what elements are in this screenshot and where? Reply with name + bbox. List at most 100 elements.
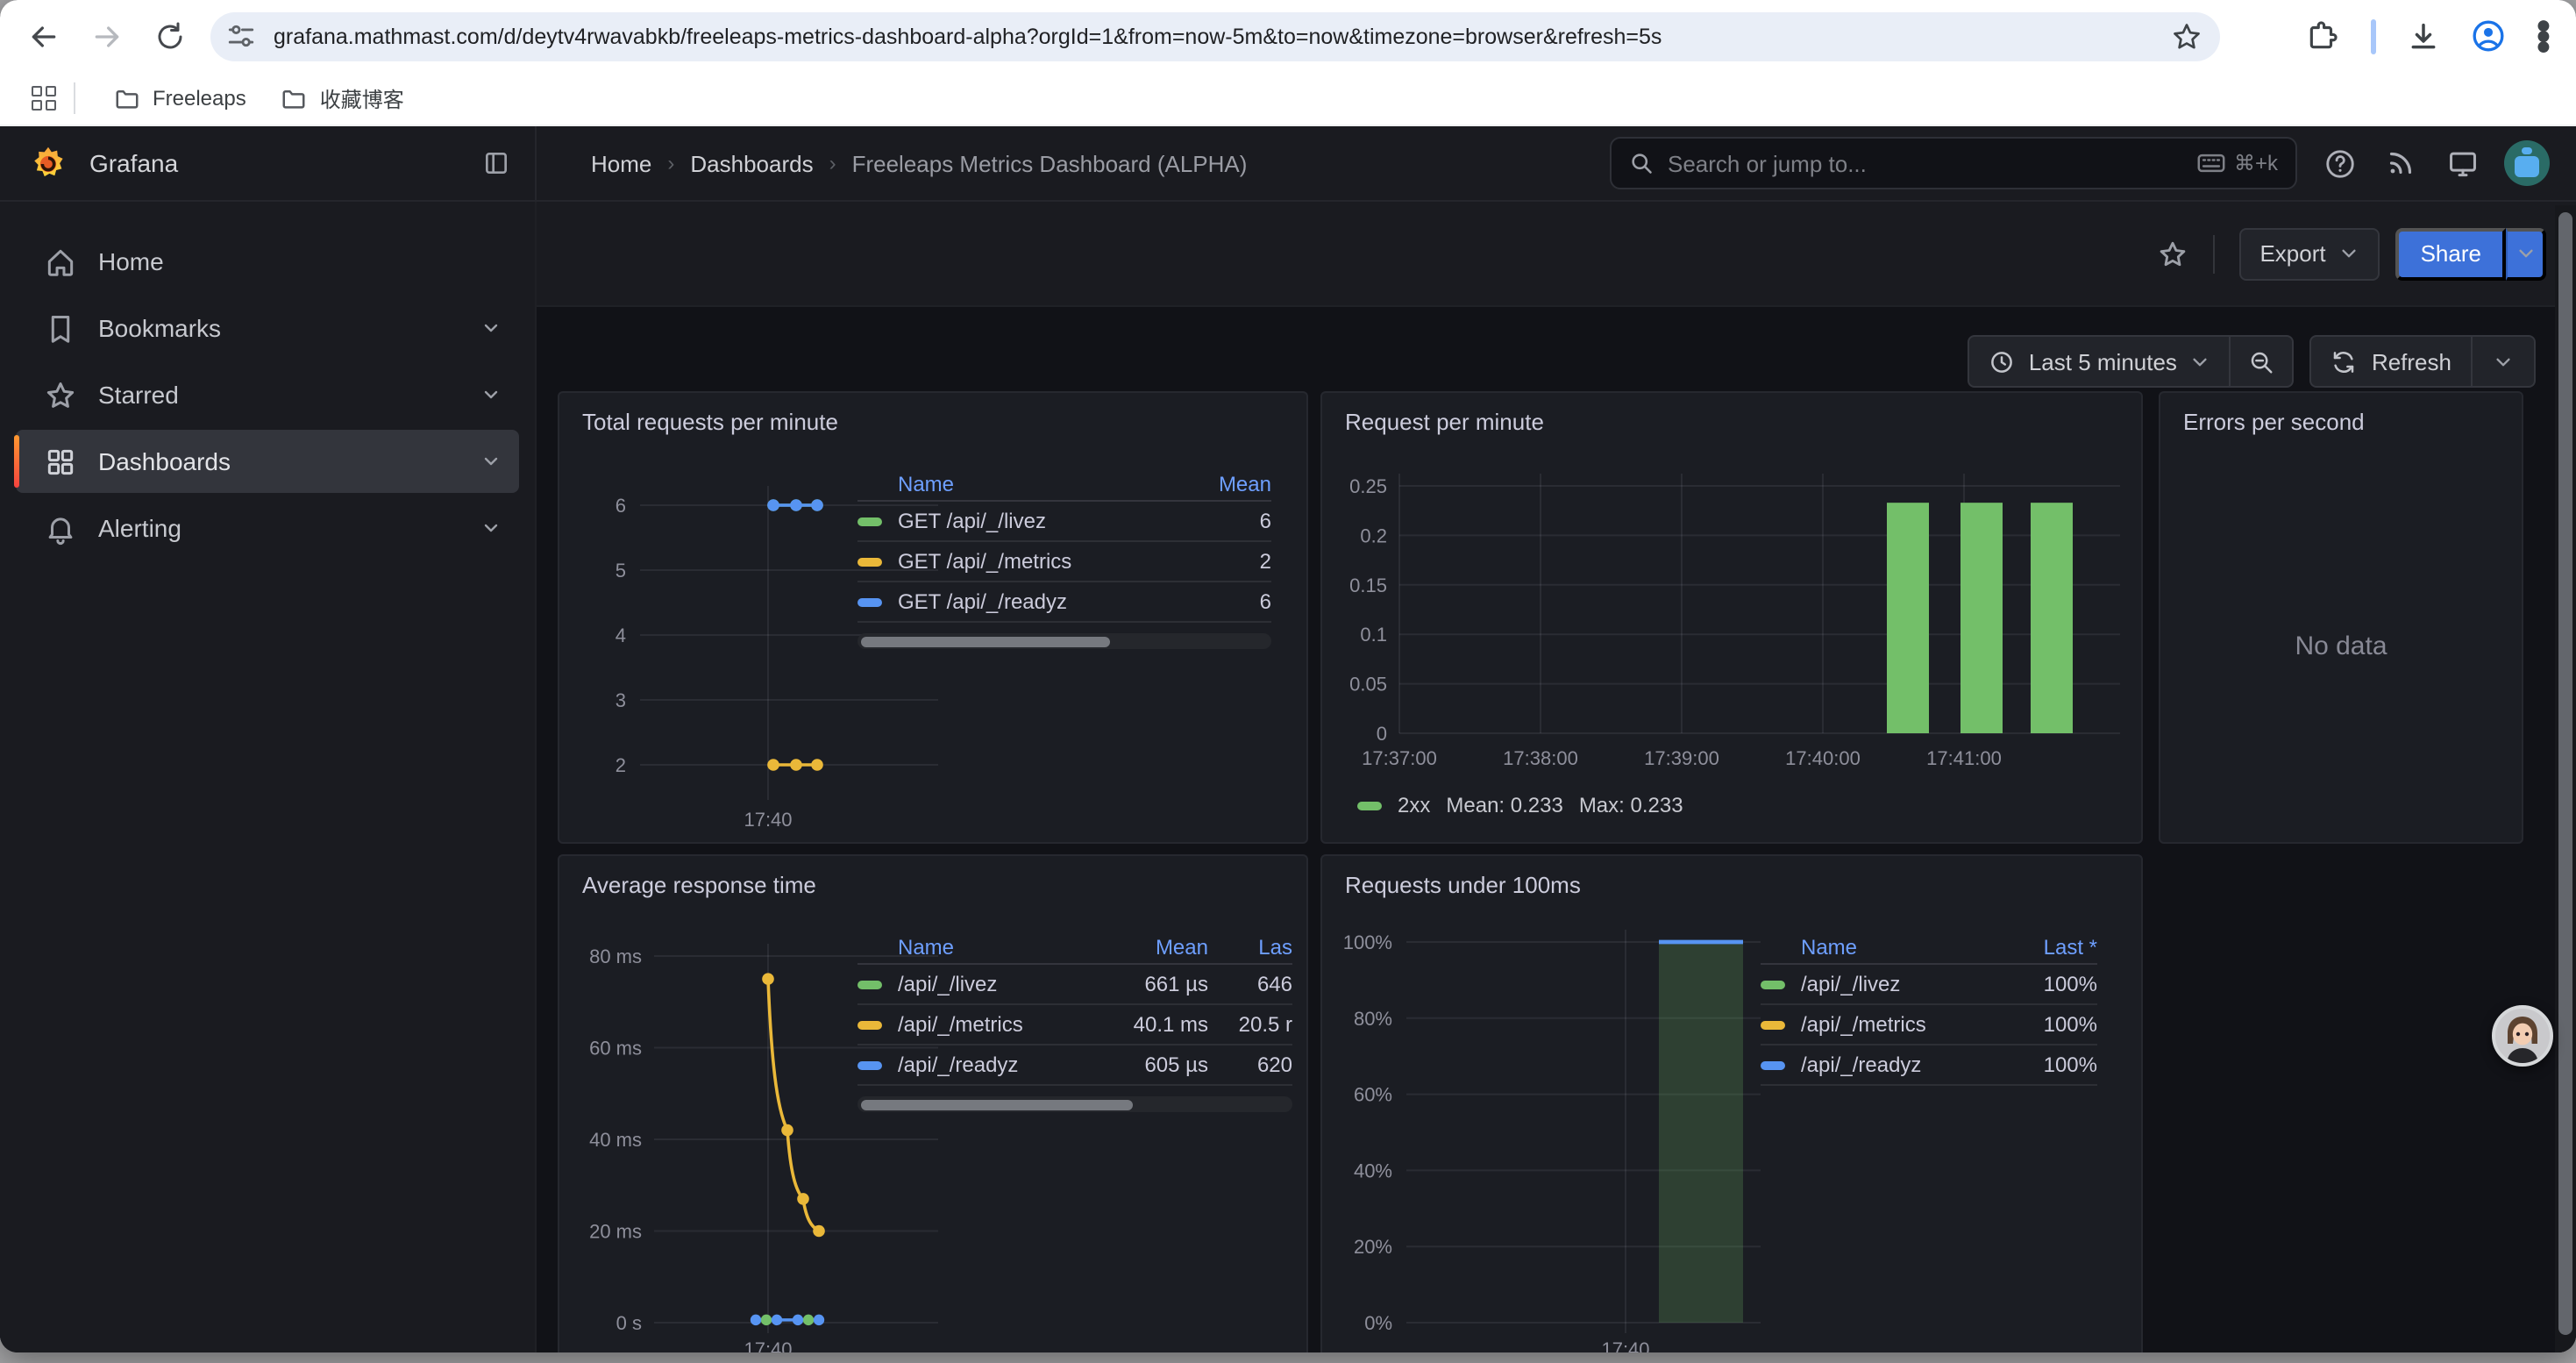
time-range-picker[interactable]: Last 5 minutes xyxy=(1968,335,2231,388)
help-button[interactable] xyxy=(2320,144,2359,182)
series-name[interactable]: /api/_/readyz xyxy=(1801,1053,2010,1077)
series-color-pill xyxy=(857,1020,882,1029)
panel-requests-under-100ms[interactable]: 100%80%60%40%20%0%17:40 Requests under 1… xyxy=(1320,854,2143,1352)
export-button[interactable]: Export xyxy=(2238,227,2380,280)
bookmarks-separator xyxy=(74,82,75,114)
floating-assistant-avatar[interactable] xyxy=(2492,1005,2553,1067)
legend-row[interactable]: /api/_/readyz 100% xyxy=(1761,1045,2097,1086)
chevron-down-icon[interactable] xyxy=(480,318,502,339)
favorite-star-icon[interactable] xyxy=(2156,238,2188,269)
legend-row[interactable]: /api/_/livez 661 µs 646 xyxy=(857,965,1292,1005)
url-text[interactable]: grafana.mathmast.com/d/deytv4rwavabkb/fr… xyxy=(274,24,1662,48)
bookmark-folder-freeleaps[interactable]: Freeleaps xyxy=(96,77,264,119)
sidebar-item-alerting[interactable]: Alerting xyxy=(16,496,519,560)
user-avatar[interactable] xyxy=(2504,140,2550,186)
no-data-message: No data xyxy=(2160,632,2522,661)
chevron-down-icon[interactable] xyxy=(480,384,502,405)
address-bar[interactable]: grafana.mathmast.com/d/deytv4rwavabkb/fr… xyxy=(210,11,2220,61)
legend-row[interactable]: /api/_/metrics 40.1 ms 20.5 r xyxy=(857,1005,1292,1045)
chevron-down-icon xyxy=(2191,352,2210,371)
panel-request-per-minute[interactable]: 0.250.20.150.10.05017:37:0017:38:0017:39… xyxy=(1320,391,2143,844)
site-settings-icon[interactable] xyxy=(226,21,256,51)
news-button[interactable] xyxy=(2381,144,2420,182)
chevron-down-icon[interactable] xyxy=(480,517,502,539)
dock-sidebar-icon[interactable] xyxy=(482,149,510,177)
page-scrollbar[interactable] xyxy=(2555,205,2576,1352)
breadcrumb-dashboards[interactable]: Dashboards xyxy=(690,150,813,176)
extension-separator xyxy=(2371,18,2376,54)
series-name[interactable]: /api/_/livez xyxy=(1801,972,2010,996)
legend-scrollbar[interactable] xyxy=(857,633,1271,649)
breadcrumb-home[interactable]: Home xyxy=(591,150,651,176)
panel-total-requests-per-minute[interactable]: 6543217:40 Total requests per minute Nam… xyxy=(558,391,1308,844)
series-color-pill xyxy=(1357,801,1382,810)
legend-header-last[interactable]: Last * xyxy=(2010,934,2097,959)
panel-title[interactable]: Total requests per minute xyxy=(582,409,838,435)
series-name[interactable]: /api/_/readyz xyxy=(898,1053,1092,1077)
search-placeholder: Search or jump to... xyxy=(1668,150,1867,176)
legend-header-mean[interactable]: Mean xyxy=(1092,934,1208,959)
series-name[interactable]: /api/_/metrics xyxy=(898,1012,1092,1037)
search-input[interactable]: Search or jump to... ⌘+k xyxy=(1610,137,2297,189)
legend-header: Name Mean Las xyxy=(857,930,1292,965)
legend-header-last[interactable]: Las xyxy=(1208,934,1292,959)
legend-row[interactable]: GET /api/_/readyz 6 xyxy=(857,582,1271,623)
sidebar-item-dashboards[interactable]: Dashboards xyxy=(16,430,519,493)
series-mean: 605 µs xyxy=(1092,1053,1208,1077)
bookmark-folder-blogs[interactable]: 收藏博客 xyxy=(264,77,422,119)
chevron-down-icon xyxy=(2494,352,2513,371)
legend-header-name[interactable]: Name xyxy=(1801,934,2010,959)
sidebar-item-starred[interactable]: Starred xyxy=(16,363,519,426)
legend-row[interactable]: GET /api/_/metrics 2 xyxy=(857,542,1271,582)
svg-text:17:40:00: 17:40:00 xyxy=(1785,747,1861,769)
display-button[interactable] xyxy=(2443,144,2481,182)
reload-icon xyxy=(154,20,186,52)
legend-row[interactable]: /api/_/livez 100% xyxy=(1761,965,2097,1005)
panel-errors-per-second[interactable]: Errors per second No data xyxy=(2159,391,2523,844)
legend-scrollbar[interactable] xyxy=(857,1096,1292,1112)
bookmark-star-icon[interactable] xyxy=(2171,20,2202,52)
panel-average-response-time[interactable]: 80 ms60 ms40 ms20 ms0 s17:40 Average res… xyxy=(558,854,1308,1352)
downloads-button[interactable] xyxy=(2406,18,2441,54)
refresh-interval-button[interactable] xyxy=(2473,335,2536,388)
panel-title[interactable]: Requests under 100ms xyxy=(1345,872,1581,898)
reload-button[interactable] xyxy=(151,17,189,55)
sidebar-item-bookmarks[interactable]: Bookmarks xyxy=(16,296,519,360)
zoom-out-button[interactable] xyxy=(2231,335,2295,388)
share-button[interactable]: Share xyxy=(2396,227,2506,280)
grafana-brand-name[interactable]: Grafana xyxy=(89,149,178,177)
apps-grid-icon[interactable] xyxy=(32,86,56,111)
extensions-button[interactable] xyxy=(2306,18,2341,54)
series-name[interactable]: 2xx xyxy=(1398,793,1430,817)
request-per-minute-chart: 0.250.20.150.10.05017:37:0017:38:0017:39… xyxy=(1322,393,2143,844)
scrollbar-thumb[interactable] xyxy=(2558,212,2572,1335)
share-menu-button[interactable] xyxy=(2506,227,2546,280)
series-name[interactable]: GET /api/_/readyz xyxy=(898,589,1170,614)
series-name[interactable]: /api/_/metrics xyxy=(1801,1012,2010,1037)
forward-button[interactable] xyxy=(88,17,126,55)
legend-row[interactable]: /api/_/metrics 100% xyxy=(1761,1005,2097,1045)
chevron-down-icon xyxy=(2516,244,2535,263)
legend-row[interactable]: /api/_/readyz 605 µs 620 xyxy=(857,1045,1292,1086)
svg-text:17:41:00: 17:41:00 xyxy=(1926,747,2002,769)
series-name[interactable]: /api/_/livez xyxy=(898,972,1092,996)
panel-title[interactable]: Average response time xyxy=(582,872,816,898)
panel-title[interactable]: Errors per second xyxy=(2183,409,2365,435)
legend-row[interactable]: GET /api/_/livez 6 xyxy=(857,502,1271,542)
bookmarks-bar: Freeleaps 收藏博客 xyxy=(0,72,2576,126)
series-mean: 40.1 ms xyxy=(1092,1012,1208,1037)
sidebar-item-home[interactable]: Home xyxy=(16,230,519,293)
series-name[interactable]: GET /api/_/metrics xyxy=(898,549,1170,574)
series-last: 100% xyxy=(2010,1053,2097,1077)
legend-header-name[interactable]: Name xyxy=(898,471,1170,496)
refresh-button[interactable]: Refresh xyxy=(2310,335,2473,388)
legend-header-name[interactable]: Name xyxy=(898,934,1092,959)
svg-text:2: 2 xyxy=(616,754,626,776)
legend-header-mean[interactable]: Mean xyxy=(1170,471,1271,496)
panel-title[interactable]: Request per minute xyxy=(1345,409,1544,435)
profile-button[interactable] xyxy=(2471,18,2506,54)
series-name[interactable]: GET /api/_/livez xyxy=(898,509,1170,533)
browser-menu-button[interactable]: ●●● xyxy=(2536,20,2551,52)
back-button[interactable] xyxy=(25,17,63,55)
chevron-down-icon[interactable] xyxy=(480,451,502,472)
